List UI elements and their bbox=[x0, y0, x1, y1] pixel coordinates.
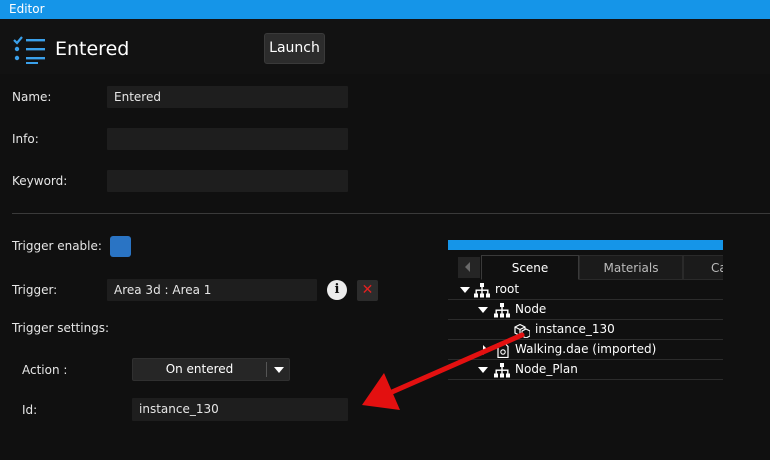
info-field[interactable] bbox=[107, 128, 348, 150]
tree-item-node-plan[interactable]: Node_Plan bbox=[448, 360, 723, 380]
tree-item-label: instance_130 bbox=[535, 322, 615, 336]
divider bbox=[12, 213, 770, 214]
hierarchy-icon bbox=[494, 303, 510, 318]
tree-item-node[interactable]: Node bbox=[448, 300, 723, 320]
info-label: Info: bbox=[12, 132, 39, 146]
id-field[interactable]: instance_130 bbox=[132, 398, 348, 421]
hierarchy-icon bbox=[474, 283, 490, 298]
keyword-field[interactable] bbox=[107, 170, 348, 192]
tree-item-label: Node_Plan bbox=[515, 362, 578, 376]
hierarchy-icon bbox=[494, 363, 510, 378]
expand-arrow-icon[interactable] bbox=[460, 287, 470, 293]
scene-tabs: Scene Materials Ca bbox=[448, 254, 723, 280]
tree-item-label: Node bbox=[515, 302, 547, 316]
name-label: Name: bbox=[12, 90, 52, 104]
tab-cameras[interactable]: Ca bbox=[683, 255, 723, 280]
expand-arrow-icon[interactable] bbox=[478, 367, 488, 373]
window-title-bar: Editor bbox=[0, 0, 770, 19]
trigger-enable-checkbox[interactable] bbox=[110, 236, 131, 257]
keyword-label: Keyword: bbox=[12, 174, 68, 188]
trigger-settings-label: Trigger settings: bbox=[12, 321, 110, 335]
cube-instance-icon bbox=[514, 323, 530, 338]
checklist-icon bbox=[13, 36, 45, 64]
delete-trigger-button[interactable]: ✕ bbox=[357, 280, 378, 301]
tree-item-label: root bbox=[495, 282, 520, 296]
page-title: Entered bbox=[55, 38, 130, 60]
chevron-left-icon bbox=[465, 262, 470, 272]
tab-materials[interactable]: Materials bbox=[579, 255, 683, 280]
tree-item-root[interactable]: root bbox=[448, 280, 723, 300]
action-dropdown[interactable]: On entered bbox=[132, 358, 290, 381]
info-icon[interactable]: i bbox=[327, 280, 347, 300]
tree-item-label: Walking.dae (imported) bbox=[515, 342, 657, 356]
tab-scene[interactable]: Scene bbox=[481, 255, 579, 280]
trigger-field[interactable]: Area 3d : Area 1 bbox=[107, 279, 317, 301]
tab-scroll-left-button[interactable] bbox=[458, 257, 480, 278]
launch-button[interactable]: Launch bbox=[264, 33, 325, 64]
window-title: Editor bbox=[9, 2, 45, 16]
dropdown-divider bbox=[266, 362, 267, 377]
action-dropdown-value: On entered bbox=[165, 362, 234, 376]
id-label: Id: bbox=[22, 403, 38, 417]
tree-item-instance[interactable]: instance_130 bbox=[448, 320, 723, 340]
chevron-down-icon[interactable] bbox=[274, 367, 284, 373]
action-label: Action : bbox=[22, 363, 68, 377]
trigger-enable-label: Trigger enable: bbox=[12, 239, 102, 253]
name-field[interactable]: Entered bbox=[107, 86, 348, 108]
expand-arrow-icon[interactable] bbox=[478, 307, 488, 313]
scene-panel: Scene Materials Ca root Node instance_13… bbox=[448, 240, 723, 380]
expand-arrow-icon[interactable] bbox=[483, 345, 488, 355]
file-icon bbox=[497, 343, 509, 358]
trigger-label: Trigger: bbox=[12, 283, 58, 297]
tree-item-walking[interactable]: Walking.dae (imported) bbox=[448, 340, 723, 360]
scene-panel-header bbox=[448, 240, 723, 250]
